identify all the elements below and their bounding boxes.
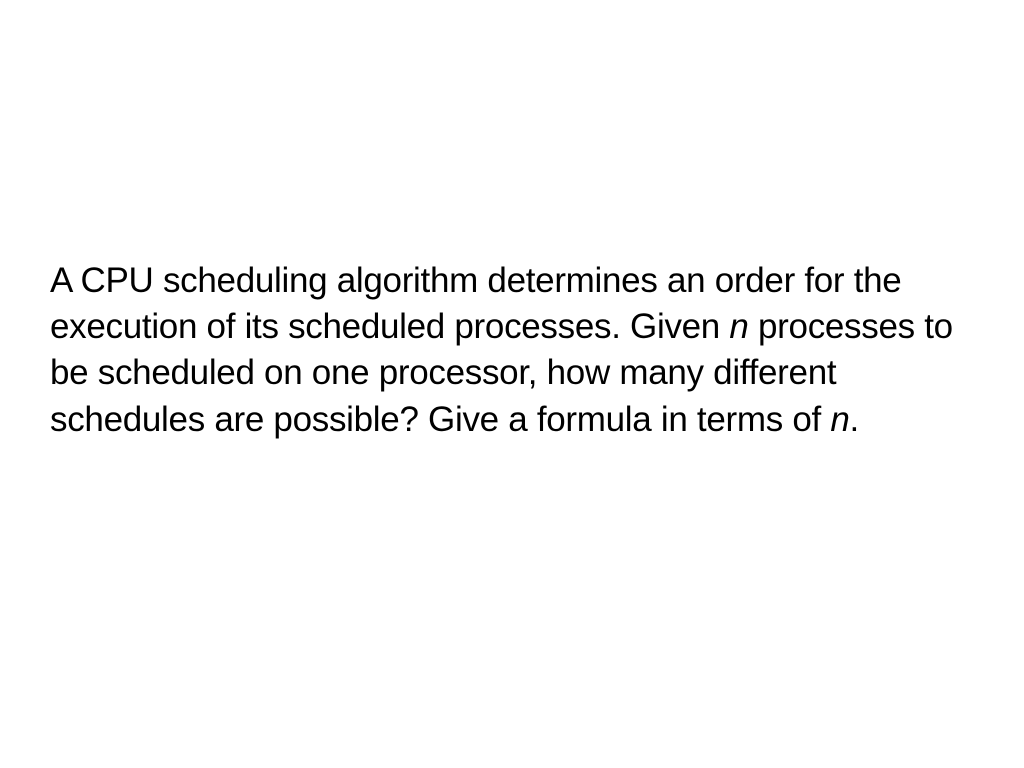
text-part-3: . <box>850 400 859 439</box>
variable-n-2: n <box>830 400 849 439</box>
question-text: A CPU scheduling algorithm determines an… <box>50 258 970 443</box>
variable-n-1: n <box>729 307 748 346</box>
